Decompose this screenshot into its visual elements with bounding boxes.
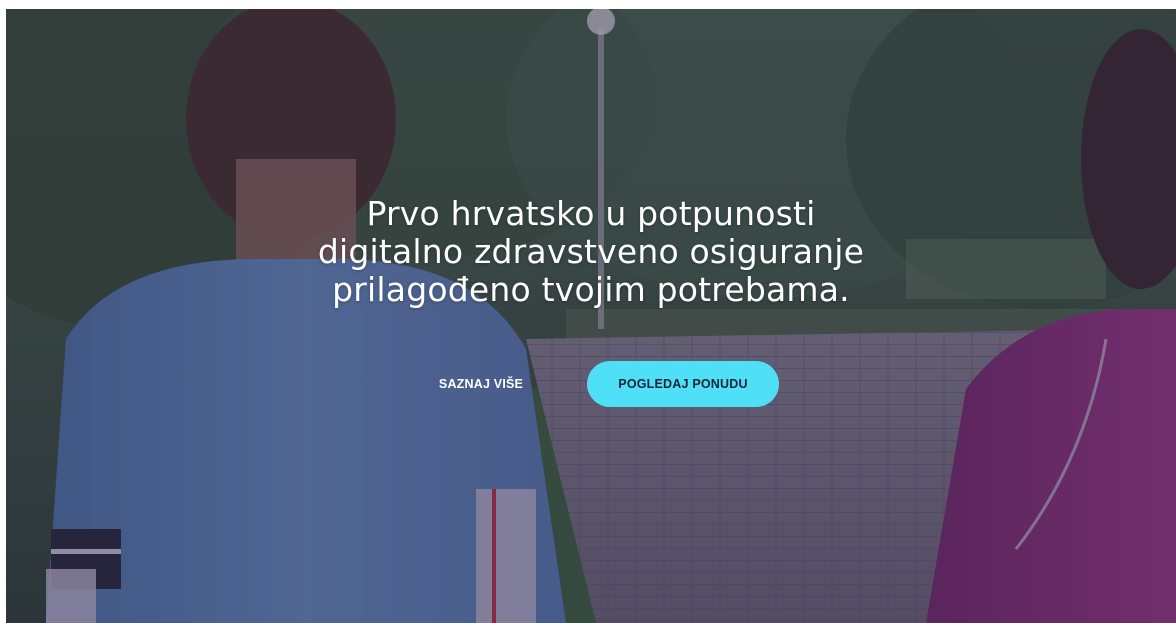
headline-line: prilagođeno tvojim potrebama. bbox=[332, 270, 850, 309]
hero-headline: Prvo hrvatsko u potpunosti digitalno zdr… bbox=[6, 195, 1176, 309]
headline-line: digitalno zdravstveno osiguranje bbox=[317, 232, 865, 271]
view-offer-button[interactable]: POGLEDAJ PONUDU bbox=[587, 361, 779, 407]
learn-more-button[interactable]: SAZNAJ VIŠE bbox=[426, 361, 536, 407]
hero-content: Prvo hrvatsko u potpunosti digitalno zdr… bbox=[6, 9, 1176, 623]
hero-section: Prvo hrvatsko u potpunosti digitalno zdr… bbox=[6, 9, 1176, 623]
headline-line: Prvo hrvatsko u potpunosti bbox=[366, 194, 816, 233]
